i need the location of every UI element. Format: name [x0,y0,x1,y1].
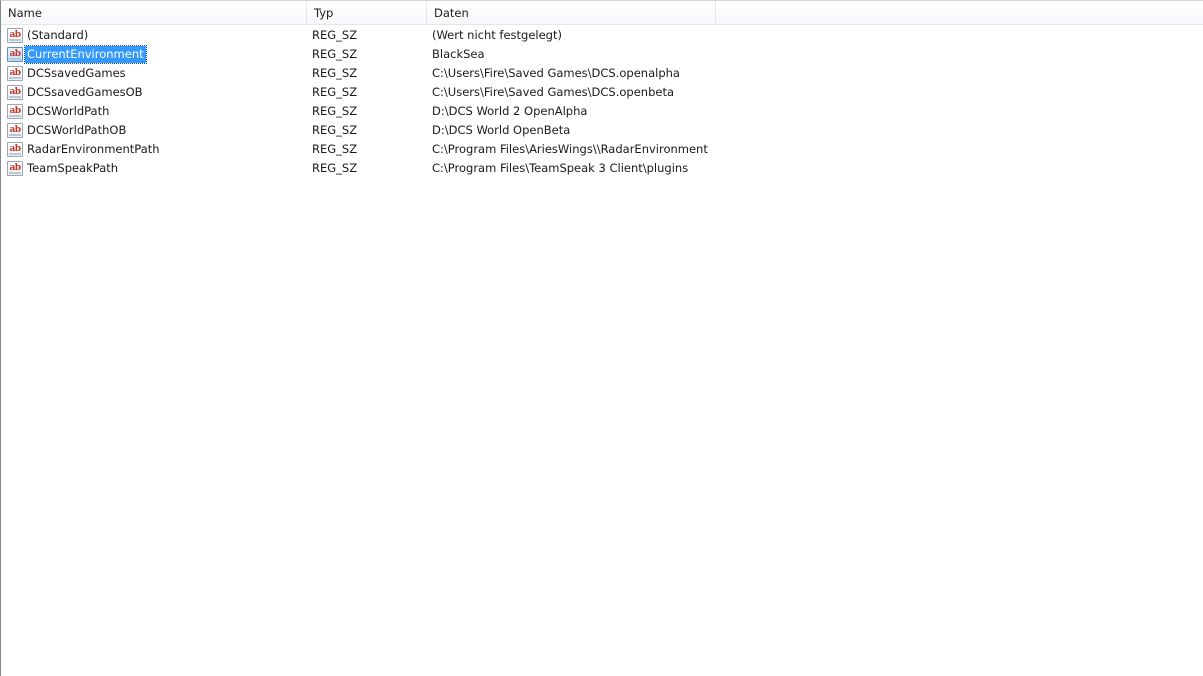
string-value-icon: ab [7,161,23,176]
string-value-icon: ab [7,85,23,100]
value-type: REG_SZ [312,104,358,118]
table-row[interactable]: ab DCSsavedGames REG_SZ C:\Users\Fire\Sa… [1,64,1201,83]
column-header-bar: Name Typ Daten [1,1,1203,25]
column-header-type[interactable]: Typ [307,1,427,24]
value-data: C:\Users\Fire\Saved Games\DCS.openbeta [432,85,675,99]
value-data: (Wert nicht festgelegt) [432,28,562,42]
value-type: REG_SZ [312,161,358,175]
value-type: REG_SZ [312,28,358,42]
value-data: C:\Users\Fire\Saved Games\DCS.openalpha [432,66,680,80]
table-row[interactable]: ab TeamSpeakPath REG_SZ C:\Program Files… [1,159,1201,178]
table-row[interactable]: ab DCSWorldPathOB REG_SZ D:\DCS World Op… [1,121,1201,140]
value-name: DCSWorldPath [27,104,110,118]
table-row[interactable]: ab DCSsavedGamesOB REG_SZ C:\Users\Fire\… [1,83,1201,102]
value-data: D:\DCS World OpenBeta [432,123,571,137]
string-value-icon: ab [7,142,23,157]
value-name: DCSsavedGames [27,66,126,80]
string-value-icon: ab [7,104,23,119]
table-row[interactable]: ab DCSWorldPath REG_SZ D:\DCS World 2 Op… [1,102,1201,121]
value-name: (Standard) [27,28,89,42]
value-type: REG_SZ [312,85,358,99]
column-header-filler [716,1,1203,24]
table-row-selected[interactable]: ab CurrentEnvironment REG_SZ BlackSea [1,45,1201,64]
table-row[interactable]: ab (Standard) REG_SZ (Wert nicht festgel… [1,26,1201,45]
string-value-icon: ab [7,66,23,81]
value-type: REG_SZ [312,123,358,137]
value-type: REG_SZ [312,66,358,80]
value-name: RadarEnvironmentPath [27,142,160,156]
string-value-icon: ab [7,28,23,43]
registry-values-list[interactable]: Name Typ Daten ab (Standard) REG_SZ (Wer… [0,0,1203,676]
value-type: REG_SZ [312,142,358,156]
value-data: BlackSea [432,47,485,61]
value-name: TeamSpeakPath [27,161,119,175]
value-data: C:\Program Files\TeamSpeak 3 Client\plug… [432,161,689,175]
column-header-name[interactable]: Name [1,1,307,24]
value-data: D:\DCS World 2 OpenAlpha [432,104,588,118]
column-header-data[interactable]: Daten [427,1,716,24]
value-name: CurrentEnvironment [24,45,147,64]
value-rows: ab (Standard) REG_SZ (Wert nicht festgel… [1,26,1201,178]
value-data: C:\Program Files\AriesWings\\RadarEnviro… [432,142,708,156]
value-name: DCSWorldPathOB [27,123,127,137]
string-value-icon: ab [7,47,23,62]
value-name: DCSsavedGamesOB [27,85,143,99]
string-value-icon: ab [7,123,23,138]
value-type: REG_SZ [312,47,358,61]
table-row[interactable]: ab RadarEnvironmentPath REG_SZ C:\Progra… [1,140,1201,159]
